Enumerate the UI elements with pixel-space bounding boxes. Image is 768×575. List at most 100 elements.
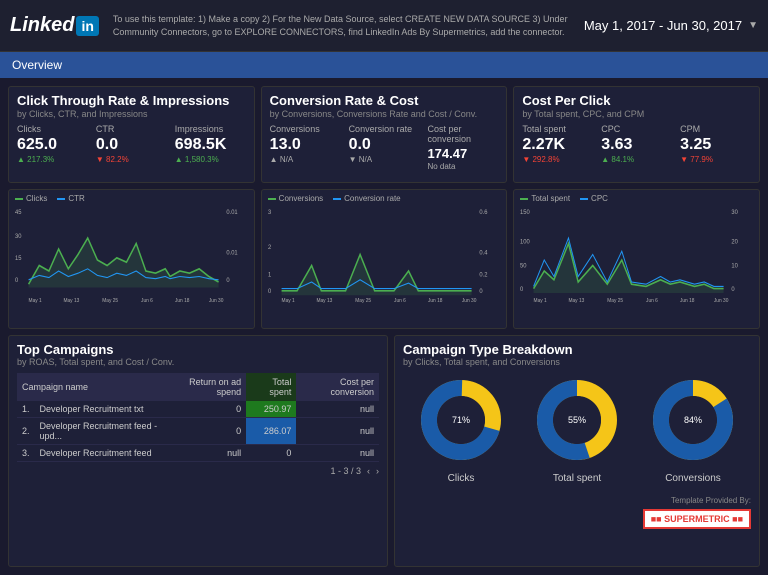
- svg-text:May 25: May 25: [608, 298, 624, 304]
- row1-roas: 0: [168, 401, 246, 418]
- svg-text:84%: 84%: [684, 415, 702, 425]
- conv-rate-metric: Conversion rate 0.0 ▼ N/A: [349, 124, 420, 171]
- cpc-change: ▲ 84.1%: [601, 155, 672, 164]
- svg-text:Jun 6: Jun 6: [141, 298, 153, 304]
- ctr-panel: Click Through Rate & Impressions by Clic…: [8, 86, 255, 183]
- svg-text:May 25: May 25: [102, 298, 118, 304]
- ctr-metric: CTR 0.0 ▼ 82.2%: [96, 124, 167, 164]
- cpm-metric: CPM 3.25 ▼ 77.9%: [680, 124, 751, 164]
- total-spent-label: Total spent: [522, 124, 593, 134]
- svg-text:0.6: 0.6: [479, 208, 488, 215]
- conv-rate-value: 0.0: [349, 136, 420, 154]
- campaigns-panel: Top Campaigns by ROAS, Total spent, and …: [8, 335, 388, 567]
- svg-text:3: 3: [268, 208, 272, 215]
- total-spent-donut-item: 55% Total spent: [532, 375, 622, 484]
- donut-row: 71% Clicks 55% Total spent: [403, 375, 751, 484]
- header-instructions: To use this template: 1) Make a copy 2) …: [113, 13, 574, 38]
- col-conv: Cost per conversion: [296, 373, 379, 401]
- table-row: 2. Developer Recruitment feed - upd... 0…: [17, 418, 379, 445]
- svg-text:May 1: May 1: [29, 298, 42, 304]
- template-credit: Template Provided By: ■■ SUPERMETRIC ■■: [403, 490, 751, 529]
- svg-text:10: 10: [732, 262, 739, 269]
- cpc-chart-legend: Total spent CPC: [520, 194, 753, 203]
- conv-chart-svg: 3 2 1 0 0.6 0.4 0.2 0 May 1 May 13 May 2…: [268, 205, 501, 315]
- breakdown-title: Campaign Type Breakdown: [403, 342, 751, 357]
- svg-text:Jun 30: Jun 30: [462, 298, 477, 304]
- svg-text:May 13: May 13: [316, 298, 332, 304]
- clicks-donut-item: 71% Clicks: [416, 375, 506, 484]
- legend-total-spent: Total spent: [520, 194, 570, 203]
- total-spent-change: ▼ 292.8%: [522, 155, 593, 164]
- clicks-metric: Clicks 625.0 ▲ 217.3%: [17, 124, 88, 164]
- header: Linked in To use this template: 1) Make …: [0, 0, 768, 52]
- table-row: 3. Developer Recruitment feed null 0 nul…: [17, 445, 379, 462]
- ctr-metric-values: Clicks 625.0 ▲ 217.3% CTR 0.0 ▼ 82.2% Im…: [17, 124, 246, 164]
- linkedin-logo: Linked in: [10, 14, 99, 37]
- ctr-value: 0.0: [96, 136, 167, 154]
- row3-roas: null: [168, 445, 246, 462]
- cost-per-conv-label: Cost per conversion: [427, 124, 498, 144]
- svg-text:45: 45: [15, 208, 22, 215]
- svg-text:30: 30: [15, 233, 22, 240]
- svg-text:May 25: May 25: [355, 298, 371, 304]
- impressions-label: Impressions: [175, 124, 246, 134]
- cpc-chart-svg: 150 100 50 0 30 20 10 0 May 1 May 13 May…: [520, 205, 753, 315]
- cpc-panel-sub: by Total spent, CPC, and CPM: [522, 109, 751, 119]
- nav-overview[interactable]: Overview: [12, 58, 62, 72]
- svg-text:1: 1: [268, 271, 272, 278]
- row2-roas: 0: [168, 418, 246, 445]
- conversion-panel-title: Conversion Rate & Cost: [270, 93, 499, 108]
- svg-text:150: 150: [520, 208, 530, 215]
- template-by-text: Template Provided By:: [671, 496, 751, 505]
- clicks-value: 625.0: [17, 136, 88, 154]
- svg-text:0: 0: [268, 288, 272, 295]
- pagination-text: 1 - 3 / 3: [330, 466, 361, 476]
- conversion-metric-values: Conversions 13.0 ▲ N/A Conversion rate 0…: [270, 124, 499, 171]
- breakdown-sub: by Clicks, Total spent, and Conversions: [403, 357, 751, 367]
- svg-text:0.01: 0.01: [226, 208, 238, 215]
- conversion-panel-sub: by Conversions, Conversions Rate and Cos…: [270, 109, 499, 119]
- svg-text:May 13: May 13: [569, 298, 585, 304]
- logo-text: Linked: [10, 14, 74, 37]
- svg-text:Jun 18: Jun 18: [428, 298, 443, 304]
- row1-name: Developer Recruitment txt: [35, 401, 168, 418]
- breakdown-panel: Campaign Type Breakdown by Clicks, Total…: [394, 335, 760, 567]
- svg-text:55%: 55%: [568, 415, 586, 425]
- date-range[interactable]: May 1, 2017 - Jun 30, 2017 ▼: [584, 18, 758, 33]
- conversions-change: ▲ N/A: [270, 155, 341, 164]
- col-campaign-name: Campaign name: [17, 373, 168, 401]
- next-page-button[interactable]: ›: [376, 466, 379, 476]
- svg-text:Jun 18: Jun 18: [680, 298, 695, 304]
- cpc-metric: CPC 3.63 ▲ 84.1%: [601, 124, 672, 164]
- conversions-value: 13.0: [270, 136, 341, 154]
- supermetrics-box: ■■ SUPERMETRIC ■■: [643, 509, 751, 529]
- row2-name: Developer Recruitment feed - upd...: [35, 418, 168, 445]
- legend-conversions: Conversions: [268, 194, 323, 203]
- campaigns-sub: by ROAS, Total spent, and Cost / Conv.: [17, 357, 379, 367]
- row2-num: 2.: [17, 418, 35, 445]
- svg-text:Jun 30: Jun 30: [209, 298, 224, 304]
- ctr-label: CTR: [96, 124, 167, 134]
- svg-text:Jun 6: Jun 6: [394, 298, 406, 304]
- impressions-change: ▲ 1,580.3%: [175, 155, 246, 164]
- clicks-donut-label: Clicks: [448, 473, 475, 484]
- svg-text:0: 0: [226, 277, 230, 284]
- cpm-label: CPM: [680, 124, 751, 134]
- svg-text:0.01: 0.01: [226, 249, 238, 256]
- prev-page-button[interactable]: ‹: [367, 466, 370, 476]
- col-spent: Total spent: [246, 373, 296, 401]
- supermetrics-label: ■■ SUPERMETRIC ■■: [651, 514, 743, 524]
- cost-per-conv-value: 174.47: [427, 146, 498, 161]
- main-content: Click Through Rate & Impressions by Clic…: [0, 78, 768, 575]
- svg-text:0: 0: [520, 285, 524, 292]
- svg-text:May 1: May 1: [534, 298, 547, 304]
- campaigns-table: Campaign name Return on ad spend Total s…: [17, 373, 379, 462]
- legend-cpc: CPC: [580, 194, 608, 203]
- conversion-chart-legend: Conversions Conversion rate: [268, 194, 501, 203]
- conversions-donut-label: Conversions: [665, 473, 721, 484]
- table-row: 1. Developer Recruitment txt 0 250.97 nu…: [17, 401, 379, 418]
- logo-in: in: [76, 16, 98, 36]
- svg-text:0.2: 0.2: [479, 271, 488, 278]
- cpm-value: 3.25: [680, 136, 751, 154]
- metrics-row: Click Through Rate & Impressions by Clic…: [8, 86, 760, 183]
